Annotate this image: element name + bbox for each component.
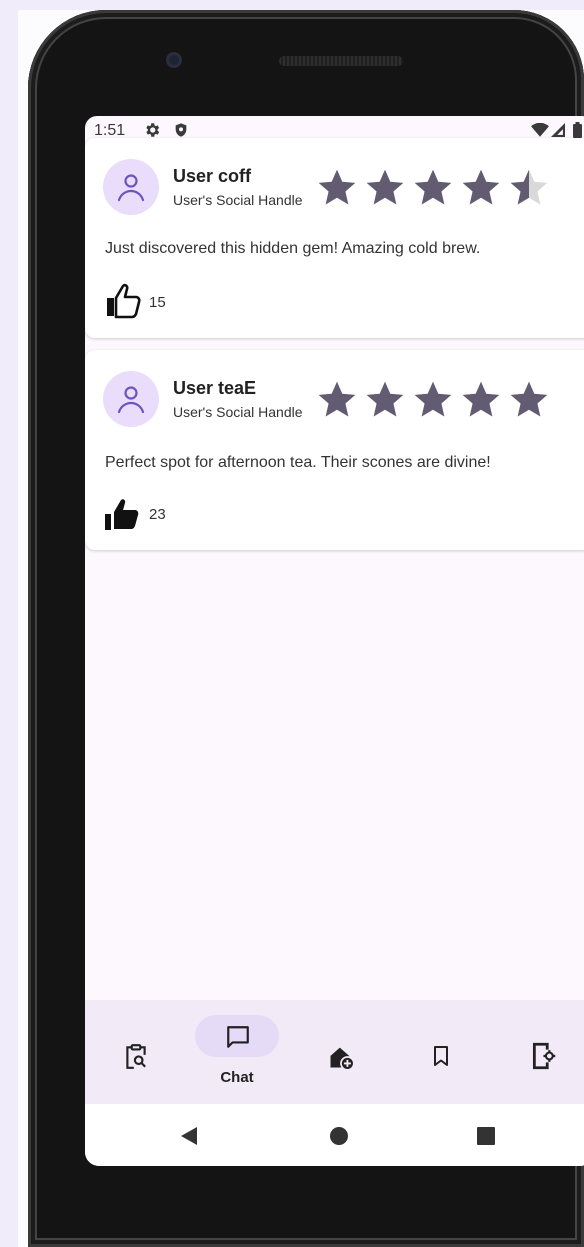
bottom-navigation: Chat bbox=[85, 1000, 584, 1104]
nav-item-clipboard-search[interactable] bbox=[85, 1000, 185, 1104]
review-username: User coff bbox=[173, 166, 252, 186]
home-icon[interactable] bbox=[329, 1126, 349, 1146]
review-text: Perfect spot for afternoon tea. Their sc… bbox=[105, 454, 491, 471]
review-text: Just discovered this hidden gem! Amazing… bbox=[105, 240, 481, 257]
front-camera bbox=[166, 52, 182, 68]
bookmark-icon bbox=[434, 1046, 448, 1066]
star-icon bbox=[414, 169, 452, 205]
nav-item-add-home[interactable] bbox=[289, 1000, 389, 1104]
nav-item-phone-settings[interactable] bbox=[493, 1000, 584, 1104]
star-icon bbox=[366, 169, 404, 205]
nav-item-bookmark[interactable] bbox=[391, 1000, 491, 1104]
rating-stars bbox=[315, 378, 551, 422]
half-star-icon bbox=[510, 169, 548, 205]
star-icon bbox=[318, 169, 356, 205]
phone-settings-icon bbox=[532, 1042, 556, 1070]
review-username: User teaE bbox=[173, 378, 257, 398]
phone-frame: 1:51 User coff User's Social Handle Just… bbox=[28, 10, 584, 1247]
review-card: User coff User's Social Handle Just disc… bbox=[85, 138, 584, 338]
person-icon bbox=[117, 174, 145, 202]
star-icon bbox=[462, 169, 500, 205]
clipboard-search-icon bbox=[126, 1044, 146, 1069]
back-icon[interactable] bbox=[180, 1126, 198, 1146]
person-icon bbox=[117, 386, 145, 414]
avatar bbox=[103, 371, 159, 427]
avatar bbox=[103, 159, 159, 215]
earpiece-speaker bbox=[279, 56, 403, 66]
rating-stars bbox=[315, 166, 551, 210]
star-icon bbox=[462, 381, 500, 417]
star-icon bbox=[366, 381, 404, 417]
nav-label-chat: Chat bbox=[220, 1069, 254, 1086]
review-handle: User's Social Handle bbox=[173, 404, 303, 420]
review-handle: User's Social Handle bbox=[173, 192, 303, 208]
chat-icon bbox=[227, 1026, 249, 1048]
star-icon bbox=[510, 381, 548, 417]
thumbs-up-outline-icon[interactable] bbox=[103, 280, 143, 320]
star-icon bbox=[318, 381, 356, 417]
nav-item-chat[interactable]: Chat bbox=[187, 1000, 287, 1104]
recents-icon[interactable] bbox=[476, 1126, 496, 1146]
phone-screen: 1:51 User coff User's Social Handle Just… bbox=[85, 116, 584, 1166]
star-icon bbox=[414, 381, 452, 417]
review-card: User teaE User's Social Handle Perfect s… bbox=[85, 350, 584, 550]
thumbs-up-filled-icon[interactable] bbox=[103, 492, 143, 532]
add-home-icon bbox=[330, 1047, 355, 1071]
like-count: 15 bbox=[149, 294, 166, 311]
system-navigation-bar bbox=[85, 1104, 584, 1166]
like-count: 23 bbox=[149, 506, 166, 523]
